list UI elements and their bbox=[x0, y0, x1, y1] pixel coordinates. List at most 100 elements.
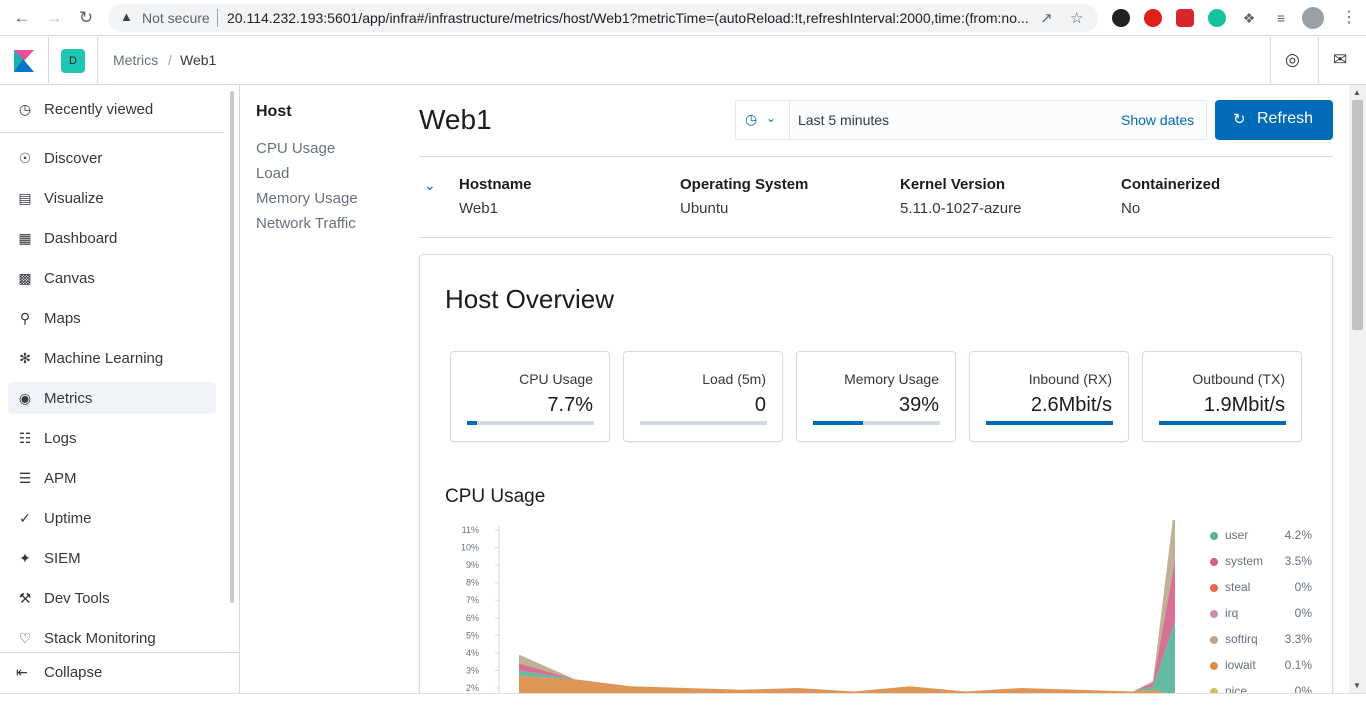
header-divider bbox=[48, 37, 49, 85]
sidebar-item-uptime[interactable]: ✓ Uptime bbox=[8, 502, 216, 534]
media-icon[interactable]: ≡ bbox=[1272, 9, 1290, 27]
sidebar-item-maps[interactable]: ⚲ Maps bbox=[8, 302, 216, 334]
url-text[interactable]: 20.114.232.193:5601/app/infra#/infrastru… bbox=[227, 10, 1042, 26]
sidebar-item-siem[interactable]: ✦ SIEM bbox=[8, 542, 216, 574]
legend-series-value: 4.2% bbox=[1284, 528, 1312, 542]
legend-item-iowait[interactable]: iowait 0.1% bbox=[1208, 657, 1312, 675]
scroll-up-arrow-icon[interactable]: ▲ bbox=[1353, 88, 1361, 97]
legend-item-softirq[interactable]: softirq 3.3% bbox=[1208, 631, 1312, 649]
series-area-softirq[interactable] bbox=[519, 520, 1175, 692]
not-secure-label[interactable]: Not secure bbox=[142, 10, 210, 26]
address-bar[interactable]: ▲ Not secure 20.114.232.193:5601/app/inf… bbox=[108, 4, 1098, 32]
y-tick-label: 10% bbox=[461, 543, 479, 553]
sidebar-item-logs[interactable]: ☷ Logs bbox=[8, 422, 216, 454]
metric-card-cpu-usage: CPU Usage 7.7% bbox=[450, 351, 610, 442]
quick-select-button[interactable]: ◷ ⌄ bbox=[736, 101, 790, 139]
scroll-down-arrow-icon[interactable]: ▼ bbox=[1353, 681, 1361, 690]
share-icon[interactable]: ↗ bbox=[1040, 9, 1053, 27]
compass-icon: ☉ bbox=[18, 150, 32, 166]
newsfeed-mail-icon[interactable]: ✉ bbox=[1333, 50, 1347, 70]
subnav-link-cpu-usage[interactable]: CPU Usage bbox=[256, 140, 335, 157]
url-separator bbox=[217, 9, 218, 27]
back-icon[interactable]: ← bbox=[12, 8, 32, 28]
space-avatar[interactable]: D bbox=[61, 49, 85, 73]
metadata-value: Web1 bbox=[459, 200, 498, 217]
metric-card-label: CPU Usage bbox=[519, 371, 593, 387]
legend-color-dot bbox=[1210, 532, 1218, 540]
sidebar-item-visualize[interactable]: ▤ Visualize bbox=[8, 182, 216, 214]
reload-icon[interactable]: ↻ bbox=[76, 8, 96, 28]
cpu-usage-chart[interactable]: 11% 10% 9% 8% 7% 6% 5% 4% 3% 2% bbox=[445, 520, 1180, 696]
subnav-link-memory-usage[interactable]: Memory Usage bbox=[256, 190, 358, 207]
metric-progress-bar bbox=[1159, 421, 1286, 425]
page-title: Web1 bbox=[419, 104, 492, 135]
extension-icon[interactable] bbox=[1112, 9, 1130, 27]
series-area-irq[interactable] bbox=[519, 520, 1175, 692]
series-area-system[interactable] bbox=[519, 559, 1175, 692]
subnav-link-network-traffic[interactable]: Network Traffic bbox=[256, 215, 356, 232]
puzzle-icon[interactable]: ❖ bbox=[1240, 9, 1258, 27]
forward-icon[interactable]: → bbox=[44, 8, 64, 28]
time-range-label[interactable]: Last 5 minutes bbox=[798, 112, 889, 128]
sidebar-item-stack-monitoring[interactable]: ♡ Stack Monitoring bbox=[8, 622, 216, 654]
legend-series-value: 0% bbox=[1294, 606, 1312, 620]
metadata-operating-system: Operating System Ubuntu bbox=[680, 176, 808, 217]
extension-red-icon[interactable] bbox=[1176, 9, 1194, 27]
sidebar-item-metrics[interactable]: ◉ Metrics bbox=[8, 382, 216, 414]
refresh-label: Refresh bbox=[1257, 110, 1314, 127]
metadata-value: No bbox=[1121, 200, 1141, 217]
help-icon[interactable]: ◎ bbox=[1285, 50, 1300, 70]
metric-progress-fill bbox=[813, 421, 863, 425]
subnav-link-load[interactable]: Load bbox=[256, 165, 289, 182]
collapse-button[interactable]: ⇤ Collapse bbox=[0, 652, 240, 693]
sidebar-item-apm[interactable]: ☰ APM bbox=[8, 462, 216, 494]
sidebar-item-machine-learning[interactable]: ✻ Machine Learning bbox=[8, 342, 216, 374]
sidebar-item-label: Logs bbox=[44, 430, 77, 447]
y-tick-label: 3% bbox=[466, 665, 479, 675]
chevron-down-icon[interactable]: ⌄ bbox=[424, 177, 436, 194]
breadcrumb-separator: / bbox=[168, 52, 172, 68]
recently-viewed[interactable]: ◷ Recently viewed bbox=[8, 93, 216, 125]
kibana-logo-icon[interactable] bbox=[14, 50, 34, 72]
series-area-nice[interactable] bbox=[519, 520, 1175, 692]
metadata-label: Containerized bbox=[1121, 176, 1221, 193]
page-scrollbar[interactable]: ▲ ▼ bbox=[1349, 85, 1366, 693]
metric-card-value: 0 bbox=[754, 394, 766, 416]
grammarly-icon[interactable] bbox=[1208, 9, 1226, 27]
y-tick-label: 2% bbox=[466, 683, 479, 693]
header-divider bbox=[97, 37, 98, 85]
time-picker[interactable]: ◷ ⌄ Last 5 minutes Show dates bbox=[735, 100, 1207, 140]
bookmark-star-icon[interactable]: ☆ bbox=[1070, 9, 1083, 27]
calendar-clock-icon: ◷ bbox=[745, 111, 758, 127]
refresh-button[interactable]: ↻ Refresh bbox=[1215, 100, 1333, 140]
show-dates-link[interactable]: Show dates bbox=[1121, 112, 1194, 128]
metric-card-inbound-rx: Inbound (RX) 2.6Mbit/s bbox=[969, 351, 1129, 442]
adblock-icon[interactable] bbox=[1144, 9, 1162, 27]
recently-viewed-label: Recently viewed bbox=[44, 101, 154, 118]
legend-item-user[interactable]: user 4.2% bbox=[1208, 527, 1312, 545]
sidebar-item-label: Canvas bbox=[44, 270, 95, 287]
legend-item-steal[interactable]: steal 0% bbox=[1208, 579, 1312, 597]
series-area-user[interactable] bbox=[519, 621, 1175, 696]
menu-dots-icon[interactable]: ⋮ bbox=[1340, 9, 1358, 27]
host-metadata: ⌄ Hostname Web1 Operating System Ubuntu … bbox=[419, 156, 1333, 238]
warning-icon[interactable]: ▲ bbox=[120, 9, 133, 24]
legend-item-irq[interactable]: irq 0% bbox=[1208, 605, 1312, 623]
sidebar-item-dashboard[interactable]: ▦ Dashboard bbox=[8, 222, 216, 254]
metadata-label: Kernel Version bbox=[900, 176, 1006, 193]
sidebar-scrollbar[interactable] bbox=[230, 91, 234, 603]
profile-avatar-icon[interactable] bbox=[1302, 7, 1324, 29]
breadcrumb-metrics[interactable]: Metrics bbox=[113, 52, 158, 68]
sidebar-item-label: SIEM bbox=[44, 550, 81, 567]
legend-item-system[interactable]: system 3.5% bbox=[1208, 553, 1312, 571]
sidebar-item-canvas[interactable]: ▩ Canvas bbox=[8, 262, 216, 294]
refresh-icon: ↻ bbox=[1233, 111, 1246, 128]
dashboard-icon: ▦ bbox=[18, 230, 32, 246]
scrollbar-thumb[interactable] bbox=[1352, 100, 1363, 330]
series-area-steal[interactable] bbox=[519, 520, 1175, 692]
sidebar-item-discover[interactable]: ☉ Discover bbox=[8, 142, 216, 174]
legend-color-dot bbox=[1210, 636, 1218, 644]
bottom-strip bbox=[0, 693, 1366, 728]
sidebar-item-dev-tools[interactable]: ⚒ Dev Tools bbox=[8, 582, 216, 614]
metric-progress-bar bbox=[813, 421, 940, 425]
